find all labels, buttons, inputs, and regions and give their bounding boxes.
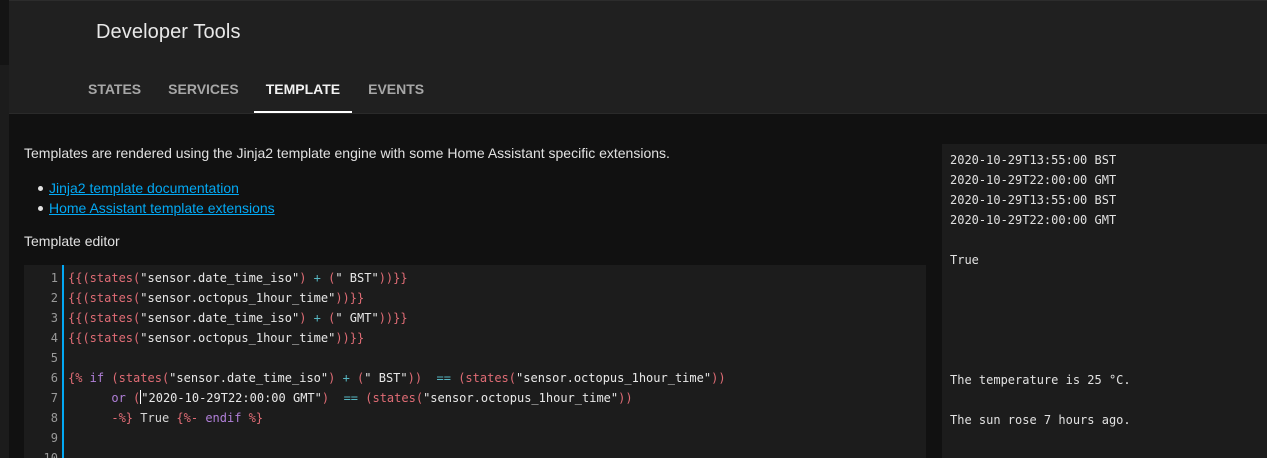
code-token: (states(: [104, 371, 170, 385]
line-number: 6: [50, 371, 58, 385]
template-page: Templates are rendered using the Jinja2 …: [9, 114, 1267, 458]
code-line: or ("2020-10-29T22:00:00 GMT") == (state…: [68, 388, 633, 408]
code-token: +: [313, 311, 321, 325]
code-token: {{(states(: [68, 331, 141, 345]
intro-text: Templates are rendered using the Jinja2 …: [24, 145, 670, 161]
code-token: "sensor.octopus_1hour_time": [140, 331, 336, 345]
tab-template[interactable]: TEMPLATE: [253, 66, 353, 113]
tab-services[interactable]: SERVICES: [168, 66, 239, 113]
page-title: Developer Tools: [96, 21, 241, 43]
tab-events[interactable]: EVENTS: [368, 66, 424, 113]
code-token: "sensor.octopus_1hour_time": [423, 391, 619, 405]
code-line: {{(states("sensor.date_time_iso") + (" B…: [68, 268, 408, 288]
code-token: " BST": [364, 371, 408, 385]
editor-label: Template editor: [24, 233, 120, 249]
code-token: "sensor.date_time_iso": [140, 311, 300, 325]
code-token: -%}: [111, 411, 134, 425]
sidebar-edge-top: [0, 0, 9, 65]
code-line: {{(states("sensor.octopus_1hour_time"))}…: [68, 288, 364, 308]
code-token: ): [299, 271, 314, 285]
code-token: (: [349, 371, 365, 385]
line-number: 3: [50, 311, 58, 325]
code-token: (: [125, 391, 141, 405]
code-token: {{(states(: [68, 311, 141, 325]
line-number: 9: [50, 431, 58, 445]
code-token: ==: [343, 391, 359, 405]
code-token: +: [313, 271, 321, 285]
code-token: "sensor.date_time_iso": [169, 371, 329, 385]
code-token: "sensor.octopus_1hour_time": [140, 291, 336, 305]
code-line: {% if (states("sensor.date_time_iso") + …: [68, 368, 726, 388]
result-line: 2020-10-29T22:00:00 GMT: [950, 173, 1117, 187]
line-number: 4: [50, 331, 58, 345]
code-token: endif: [198, 411, 242, 425]
code-token: )): [711, 371, 726, 385]
code-token: {%: [68, 371, 83, 385]
code-token: (: [320, 311, 336, 325]
result-line: The sun rose 7 hours ago.: [950, 413, 1131, 427]
code-token: {{(states(: [68, 271, 141, 285]
line-number: 8: [50, 411, 58, 425]
code-token: if: [82, 371, 105, 385]
code-token: +: [342, 371, 350, 385]
code-token: (states(: [358, 391, 424, 405]
line-number: 5: [50, 351, 58, 365]
code-token: "sensor.date_time_iso": [140, 271, 300, 285]
tab-bar: STATES SERVICES TEMPLATE EVENTS: [76, 66, 424, 113]
code-token: ): [328, 371, 343, 385]
code-token: " BST": [335, 271, 379, 285]
code-token: True: [133, 411, 177, 425]
list-item: Jinja2 template documentation: [38, 178, 275, 198]
code-token: ): [321, 391, 344, 405]
code-token: {%-: [176, 411, 199, 425]
list-item: Home Assistant template extensions: [38, 198, 275, 218]
app-header: Developer Tools STATES SERVICES TEMPLATE…: [9, 0, 1267, 114]
code-token: ))}}: [335, 331, 365, 345]
sidebar-edge: [0, 0, 9, 458]
code-token: {{(states(: [68, 291, 141, 305]
code-line: {{(states("sensor.octopus_1hour_time"))}…: [68, 328, 364, 348]
result-line: True: [950, 253, 979, 267]
line-number: 7: [50, 391, 58, 405]
code-token: "2020-10-29T22:00:00 GMT": [141, 391, 322, 405]
result-line: 2020-10-29T22:00:00 GMT: [950, 213, 1117, 227]
code-token: ))}}: [378, 311, 408, 325]
result-line: 2020-10-29T13:55:00 BST: [950, 193, 1117, 207]
code-token: ))}}: [378, 271, 408, 285]
code-token: or: [111, 391, 126, 405]
line-number: 1: [50, 271, 58, 285]
ha-template-extensions-link[interactable]: Home Assistant template extensions: [49, 200, 275, 216]
tab-states[interactable]: STATES: [88, 66, 141, 113]
template-result: 2020-10-29T13:55:00 BST 2020-10-29T22:00…: [942, 144, 1267, 458]
header-divider: [9, 0, 1267, 1]
line-number: 2: [50, 291, 58, 305]
code-line: -%} True {%- endif %}: [68, 408, 263, 428]
jinja2-docs-link[interactable]: Jinja2 template documentation: [49, 180, 239, 196]
line-number-gutter: 1 2 3 4 5 6 7 8 9 10: [24, 265, 61, 458]
code-token: )): [407, 371, 437, 385]
code-token: (states(: [450, 371, 517, 385]
active-line-indicator: [62, 265, 64, 458]
template-editor[interactable]: 1 2 3 4 5 6 7 8 9 10 {{(states("sensor.d…: [24, 265, 926, 458]
code-token: (: [320, 271, 336, 285]
code-token: )): [618, 391, 633, 405]
code-token: " GMT": [335, 311, 379, 325]
code-token: "sensor.octopus_1hour_time": [516, 371, 712, 385]
code-token: ): [299, 311, 314, 325]
code-token: ==: [436, 371, 451, 385]
line-number: 10: [43, 451, 58, 458]
result-line: 2020-10-29T13:55:00 BST: [950, 153, 1117, 167]
code-line: {{(states("sensor.date_time_iso") + (" G…: [68, 308, 408, 328]
doc-links: Jinja2 template documentation Home Assis…: [38, 178, 275, 218]
result-line: The temperature is 25 °C.: [950, 373, 1131, 387]
code-token: ))}}: [335, 291, 365, 305]
code-token: %}: [241, 411, 264, 425]
